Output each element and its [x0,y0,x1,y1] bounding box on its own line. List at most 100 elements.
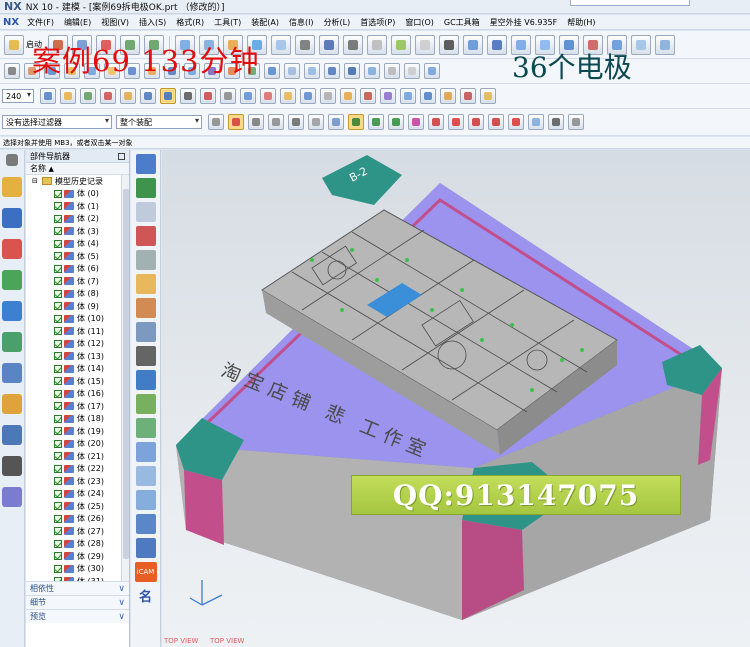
selected-tool-icon[interactable] [160,88,176,104]
point-on-curve-icon[interactable] [508,114,524,130]
move-face-icon[interactable] [264,63,280,79]
visibility-checkbox[interactable] [54,289,62,298]
visibility-checkbox[interactable] [54,264,62,273]
bounded-plane-icon[interactable] [655,34,675,55]
visibility-checkbox[interactable] [54,564,62,573]
dependencies-section[interactable]: 相依性 [26,581,129,596]
electrode-check-icon[interactable] [135,298,156,318]
control-point-icon[interactable] [408,114,424,130]
rename-button[interactable]: 名 [136,586,156,605]
cube-icon[interactable] [384,63,400,79]
tree-body-row[interactable]: 体 (20) [26,438,129,451]
tree-body-row[interactable]: 体 (29) [26,550,129,563]
visibility-checkbox[interactable] [54,527,62,536]
refresh-icon[interactable] [135,538,156,558]
visibility-checkbox[interactable] [54,514,62,523]
face-icon[interactable] [424,63,440,79]
electrode-rotate-icon[interactable] [135,322,156,342]
delete-body-icon[interactable] [320,88,336,104]
part-navigator-icon[interactable] [2,239,22,259]
bom-icon[interactable] [420,88,436,104]
tree-body-row[interactable]: 体 (18) [26,413,129,426]
tree-body-row[interactable]: 体 (3) [26,225,129,238]
layer-icon[interactable] [463,34,483,55]
visibility-checkbox[interactable] [54,477,62,486]
visibility-checkbox[interactable] [54,502,62,511]
new-sketch-icon[interactable] [4,63,20,79]
tree-body-row[interactable]: 体 (24) [26,488,129,501]
spark-gap-icon[interactable] [135,274,156,294]
curve-rule-icon[interactable] [308,114,324,130]
menu-information[interactable]: 信息(I) [284,17,319,28]
visibility-checkbox[interactable] [54,327,62,336]
end-point-icon[interactable] [368,114,384,130]
rectangle-select-icon[interactable] [288,114,304,130]
menu-view[interactable]: 视图(V) [96,17,134,28]
mirror-icon[interactable] [364,63,380,79]
process-studio-icon[interactable] [2,425,22,445]
sparking-icon[interactable] [360,88,376,104]
display-icon[interactable] [439,34,459,55]
measure-icon[interactable] [180,88,196,104]
tree-body-row[interactable]: 体 (5) [26,250,129,263]
tree-body-row[interactable]: 体 (17) [26,400,129,413]
blank-icon[interactable] [100,88,116,104]
tree-body-row[interactable]: 体 (19) [26,425,129,438]
zoom-combo[interactable]: 240 [2,89,34,103]
snap-point-icon[interactable] [228,114,244,130]
menu-insert[interactable]: 插入(S) [134,17,171,28]
tree-body-row[interactable]: 体 (4) [26,238,129,251]
tree-body-row[interactable]: 体 (30) [26,563,129,576]
box-icon[interactable] [280,88,296,104]
dimension-icon[interactable] [200,88,216,104]
visibility-checkbox[interactable] [54,202,62,211]
menu-format[interactable]: 格式(R) [171,17,209,28]
shaded-view-icon[interactable] [367,34,387,55]
visibility-checkbox[interactable] [54,427,62,436]
menu-help[interactable]: 帮助(H) [562,17,600,28]
tree-body-row[interactable]: 体 (28) [26,538,129,551]
tree-body-row[interactable]: 体 (22) [26,463,129,476]
thicken-icon[interactable] [324,63,340,79]
constraint-navigator-icon[interactable] [2,208,22,228]
arc-center-icon[interactable] [448,114,464,130]
electrode-drawing-icon[interactable] [135,490,156,510]
electrode-icon[interactable] [240,88,256,104]
color-icon[interactable] [415,34,435,55]
grid-icon[interactable] [548,114,564,130]
visibility-checkbox[interactable] [54,302,62,311]
tree-body-row[interactable]: 体 (14) [26,363,129,376]
tree-body-row[interactable]: 体 (6) [26,263,129,276]
menu-window[interactable]: 窗口(O) [400,17,439,28]
menu-preferences[interactable]: 首选项(P) [355,17,400,28]
settings-tool-icon[interactable] [460,88,476,104]
tree-body-row[interactable]: 体 (8) [26,288,129,301]
tree-body-row[interactable]: 体 (2) [26,213,129,226]
point-on-face-icon[interactable] [528,114,544,130]
tree-body-row[interactable]: 体 (16) [26,388,129,401]
nx-menu-button[interactable]: NX [0,17,22,28]
manufacturing-wizard-icon[interactable] [2,456,22,476]
maximize-icon[interactable] [118,153,125,160]
copy-body-icon[interactable] [300,88,316,104]
tree-body-row[interactable]: 体 (21) [26,450,129,463]
menu-tools[interactable]: 工具(T) [209,17,246,28]
electrode-name-icon[interactable] [135,370,156,390]
move-object-icon[interactable] [60,88,76,104]
tree-body-row[interactable]: 体 (23) [26,475,129,488]
resource-settings-icon[interactable] [6,154,18,166]
graphics-window[interactable]: B-2 淘宝店铺 悲 工作室 TOP VIEW TOP VIEW [162,150,750,647]
gear-icon[interactable] [135,346,156,366]
tree-body-row[interactable]: 体 (27) [26,525,129,538]
tree-body-row[interactable]: 体 (9) [26,300,129,313]
replace-face-icon[interactable] [284,63,300,79]
assembly-scope-combo[interactable]: 整个装配 [116,115,202,129]
electrode-base-icon[interactable] [135,178,156,198]
tree-body-row[interactable]: 体 (7) [26,275,129,288]
ruler-icon[interactable] [220,88,236,104]
face-rule-icon[interactable] [328,114,344,130]
zoom-fit-icon[interactable] [295,34,315,55]
quadrant-point-icon[interactable] [468,114,484,130]
extract-geometry-icon[interactable] [344,63,360,79]
visibility-checkbox[interactable] [54,414,62,423]
